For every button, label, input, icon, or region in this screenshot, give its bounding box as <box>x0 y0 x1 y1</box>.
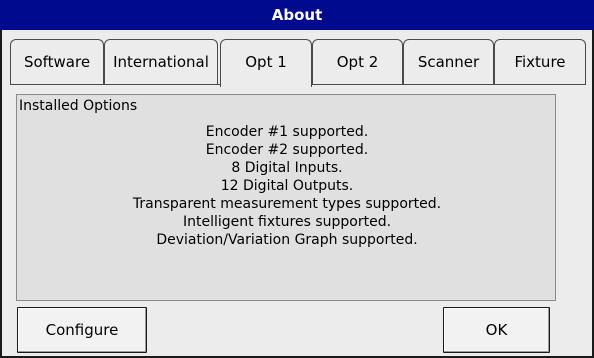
panel-title: Installed Options <box>19 98 138 114</box>
tab-opt-1[interactable]: Opt 1 <box>220 39 312 87</box>
tab-opt-2[interactable]: Opt 2 <box>312 39 403 85</box>
tab-international[interactable]: International <box>104 39 218 85</box>
option-item: Deviation/Variation Graph supported. <box>156 232 418 248</box>
option-item: Encoder #2 supported. <box>205 142 369 158</box>
option-item: 12 Digital Outputs. <box>220 178 354 194</box>
about-dialog: About Software International Opt 1 Opt 2… <box>0 0 594 358</box>
tab-software[interactable]: Software <box>10 39 104 85</box>
ok-button[interactable]: OK <box>443 307 550 353</box>
option-item: 8 Digital Inputs. <box>231 160 343 176</box>
tab-scanner[interactable]: Scanner <box>403 39 494 85</box>
configure-button[interactable]: Configure <box>17 307 147 353</box>
installed-options-panel: Installed Options Encoder #1 supported. … <box>16 94 556 301</box>
options-list: Encoder #1 supported. Encoder #2 support… <box>17 123 557 249</box>
option-item: Intelligent fixtures supported. <box>182 214 392 230</box>
option-item: Transparent measurement types supported. <box>132 196 442 212</box>
window-title: About <box>0 0 594 30</box>
tab-fixture[interactable]: Fixture <box>494 39 586 85</box>
option-item: Encoder #1 supported. <box>205 124 369 140</box>
